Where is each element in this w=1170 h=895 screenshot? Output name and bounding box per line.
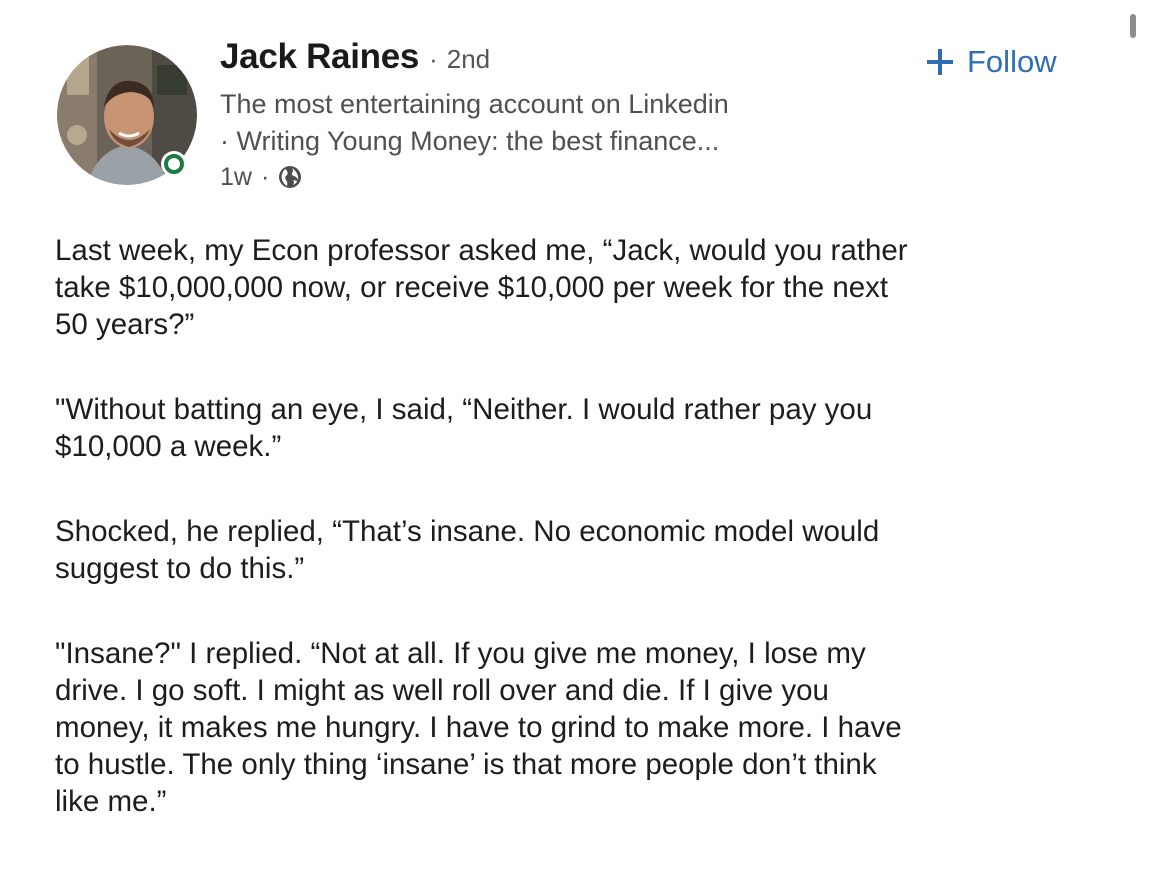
meta-separator: · — [260, 162, 270, 191]
post-meta: 1w · — [220, 160, 302, 194]
post-line: drive. I go soft. I might as well roll o… — [55, 674, 829, 707]
post-body: Last week, my Econ professor asked me, “… — [55, 232, 1135, 868]
connection-degree: 2nd — [446, 44, 491, 74]
author-line: Jack Raines · 2nd — [220, 37, 490, 83]
degree-separator: · — [429, 44, 438, 74]
post-line: "Without batting an eye, I said, “Neithe… — [55, 393, 873, 426]
post-time[interactable]: 1w — [220, 163, 252, 192]
post-line: take $10,000,000 now, or receive $10,000… — [55, 271, 889, 304]
author-headline: The most entertaining account on Linkedi… — [220, 86, 920, 160]
avatar[interactable] — [57, 45, 197, 185]
follow-button[interactable]: Follow — [925, 40, 1057, 84]
post-line: suggest to do this.” — [55, 552, 305, 585]
post-line: Last week, my Econ professor asked me, “… — [55, 234, 908, 267]
globe-icon — [279, 166, 302, 188]
follow-label: Follow — [967, 44, 1057, 79]
linkedin-post: Jack Raines · 2nd The most entertaining … — [0, 0, 1170, 895]
post-line: like me.” — [55, 785, 167, 818]
headline-line: · Writing Young Money: the best finance.… — [220, 126, 720, 156]
post-paragraph: Last week, my Econ professor asked me, “… — [55, 232, 1135, 343]
post-paragraph: Shocked, he replied, “That’s insane. No … — [55, 513, 1135, 587]
post-line: 50 years?” — [55, 308, 195, 341]
post-line: $10,000 a week.” — [55, 430, 282, 463]
post-paragraph: "Without batting an eye, I said, “Neithe… — [55, 391, 1135, 465]
headline-line: The most entertaining account on Linkedi… — [220, 89, 729, 119]
post-line: "Insane?" I replied. “Not at all. If you… — [55, 637, 866, 670]
plus-icon — [927, 49, 953, 75]
author-name[interactable]: Jack Raines — [220, 37, 419, 77]
post-line: Shocked, he replied, “That’s insane. No … — [55, 515, 880, 548]
post-paragraph: "Insane?" I replied. “Not at all. If you… — [55, 635, 1135, 820]
online-status-icon — [161, 151, 187, 177]
post-line: to hustle. The only thing ‘insane’ is th… — [55, 748, 877, 781]
post-line: money, it makes me hungry. I have to gri… — [55, 711, 902, 744]
scrollbar-thumb[interactable] — [1130, 14, 1136, 38]
